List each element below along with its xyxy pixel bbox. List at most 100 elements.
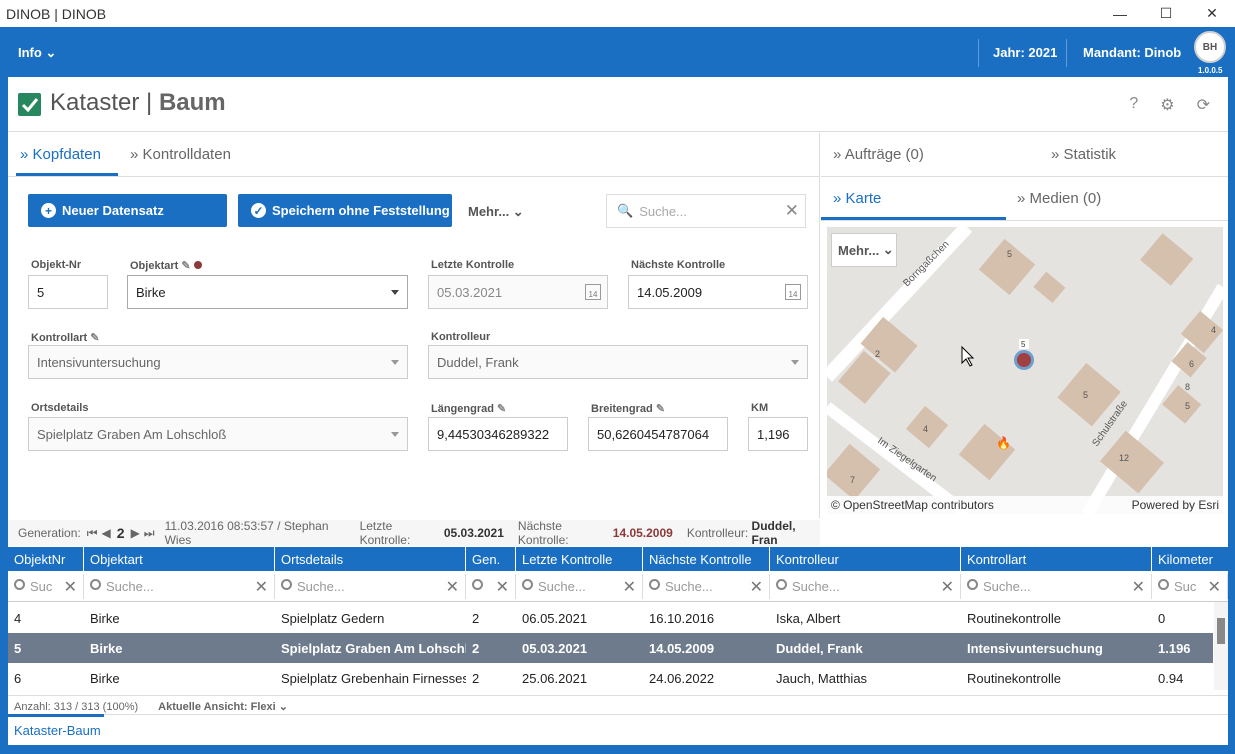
column-header[interactable]: Ortsdetails [275, 547, 466, 571]
objekt-nr-field[interactable]: 5 [28, 275, 108, 309]
column-header[interactable]: ObjektNr [8, 547, 84, 571]
search-icon [522, 579, 533, 590]
cell: Jauch, Matthias [776, 670, 868, 686]
clear-icon[interactable]: ✕ [941, 577, 954, 597]
generation-bar: Generation: ⏮ ◀ 2 ▶ ⏭ 11.03.2016 08:53:5… [8, 519, 820, 547]
save-without-finding-button[interactable]: ✓ Speichern ohne Feststellung [238, 194, 452, 227]
ortsdetails-select[interactable]: Spielplatz Graben Am Lohschloß [28, 417, 408, 451]
cell: Spielplatz Gedern [281, 610, 385, 626]
filter-input[interactable]: Suche... ✕ [84, 574, 275, 599]
pencil-icon: ✎ [497, 403, 507, 415]
page-title: Kataster | Baum [50, 89, 226, 116]
tab-kontrolldaten[interactable]: » Kontrolldaten [130, 146, 231, 163]
clear-icon[interactable]: ✕ [1132, 577, 1145, 597]
clear-icon[interactable]: ✕ [446, 577, 459, 597]
kontrolleur-select[interactable]: Duddel, Frank [428, 345, 808, 379]
cell: 2 [472, 610, 480, 626]
side-pane: » Aufträge (0) » Statistik » Karte » Med… [821, 133, 1228, 518]
naechste-kontrolle-label: Nächste Kontrolle [631, 259, 726, 271]
calendar-icon[interactable]: 14 [785, 284, 801, 300]
clear-icon[interactable]: ✕ [750, 577, 763, 597]
objektart-select[interactable]: Birke [127, 275, 408, 309]
cell: Birke [90, 640, 123, 656]
column-header[interactable]: Nächste Kontrolle [643, 547, 770, 571]
tab-auftraege[interactable]: » Aufträge (0) [833, 146, 924, 163]
cell: 6 [14, 670, 22, 686]
letzte-kontrolle-label: Letzte Kontrolle [431, 259, 515, 271]
filter-input[interactable]: Suche... ✕ [770, 574, 961, 599]
filter-row: Suc ✕ Suche... ✕ Suche... ✕ ✕ Suche... ✕ Suc… [8, 571, 1228, 602]
cell: 4 [14, 610, 22, 626]
first-page-icon[interactable]: ⏮ [87, 526, 98, 541]
filter-input[interactable]: Suc ✕ [8, 574, 84, 599]
cell: Duddel, Frank [776, 640, 863, 656]
view-selector[interactable]: Aktuelle Ansicht: Flexi ⌄ [158, 700, 288, 713]
ortsdetails-label: Ortsdetails [31, 402, 89, 414]
column-header[interactable]: Kontrolleur [770, 547, 961, 571]
column-header[interactable]: Objektart [84, 547, 275, 571]
plus-icon: + [41, 203, 56, 218]
filter-input[interactable]: Suche... ✕ [275, 574, 466, 599]
map-label-12: 12 [1119, 453, 1129, 463]
divider [978, 39, 979, 67]
search-input[interactable]: 🔍 Suche... ✕ [606, 194, 806, 228]
prev-page-icon[interactable]: ◀ [102, 526, 111, 540]
title-bar: DINOB | DINOB — ☐ ✕ [0, 0, 1235, 27]
clear-icon[interactable]: ✕ [1208, 577, 1221, 597]
tab-medien[interactable]: » Medien (0) [1017, 190, 1101, 207]
naechste-kontrolle-field[interactable]: 14.05.2009 14 [628, 275, 808, 309]
cell: 2 [472, 670, 480, 686]
help-icon[interactable]: ? [1129, 95, 1138, 115]
table-row[interactable]: 4 Birke Spielplatz Gedern 2 06.05.2021 1… [8, 603, 1213, 633]
pencil-icon: ✎ [181, 260, 191, 272]
last-page-icon[interactable]: ⏭ [144, 526, 155, 541]
filter-input[interactable]: Suche... ✕ [516, 574, 643, 599]
clear-icon[interactable]: ✕ [496, 577, 509, 597]
laengengrad-field[interactable]: 9,44530346289322 [428, 417, 568, 451]
clear-icon[interactable]: ✕ [255, 577, 268, 597]
map-view[interactable]: 5 2 4 5 4 6 8 5 12 7 Borngaßchen Schulst… [827, 227, 1223, 514]
clear-icon[interactable]: ✕ [623, 577, 636, 597]
tab-kopfdaten[interactable]: » Kopfdaten [20, 146, 101, 163]
info-menu[interactable]: Info ⌄ [18, 45, 56, 61]
filter-input[interactable]: Suc ✕ [1152, 574, 1228, 599]
tab-kataster-baum[interactable]: Kataster-Baum [14, 723, 101, 738]
column-header[interactable]: Kilometer [1152, 547, 1228, 571]
kontrollart-select[interactable]: Intensivuntersuchung [28, 345, 408, 379]
filter-input[interactable]: Suche... ✕ [961, 574, 1152, 599]
refresh-icon[interactable]: ⟳ [1197, 95, 1210, 115]
breitengrad-field[interactable]: 50,6260454787064 [588, 417, 728, 451]
table-row-selected[interactable]: 5 Birke Spielplatz Graben Am Lohschloß 2… [8, 633, 1213, 663]
column-header[interactable]: Letzte Kontrolle [516, 547, 643, 571]
scrollbar-thumb[interactable] [1217, 618, 1225, 644]
clear-icon[interactable]: ✕ [785, 201, 799, 221]
avatar[interactable]: BH [1194, 31, 1226, 63]
gear-icon[interactable]: ⚙ [1160, 95, 1174, 115]
cell: 2 [472, 640, 480, 656]
tree-marker[interactable] [1017, 353, 1031, 367]
tab-karte[interactable]: » Karte [833, 190, 881, 207]
close-icon[interactable]: ✕ [1189, 0, 1235, 27]
search-icon [967, 579, 978, 590]
minimize-icon[interactable]: — [1097, 0, 1143, 27]
new-record-button[interactable]: + Neuer Datensatz [28, 194, 227, 227]
tab-statistik[interactable]: » Statistik [1051, 146, 1116, 163]
data-grid: ObjektNr Objektart Ortsdetails Gen. Letz… [8, 547, 1228, 717]
maximize-icon[interactable]: ☐ [1143, 0, 1189, 27]
letzte-kontrolle-field: 05.03.2021 14 [428, 275, 608, 309]
cell: 0.94 [1158, 670, 1184, 686]
cell: 24.06.2022 [649, 670, 715, 686]
year-selector[interactable]: Jahr: 2021 [993, 45, 1057, 60]
grid-scrollbar[interactable] [1214, 602, 1228, 690]
next-page-icon[interactable]: ▶ [131, 526, 140, 540]
map-more-menu[interactable]: Mehr... ⌄ [831, 233, 897, 267]
mandant-selector[interactable]: Mandant: Dinob [1083, 45, 1181, 60]
table-row[interactable]: 6 Birke Spielplatz Grebenhain Firnesses … [8, 663, 1213, 693]
filter-input[interactable]: ✕ [466, 574, 516, 599]
column-header[interactable]: Kontrollart [961, 547, 1152, 571]
column-header[interactable]: Gen. [466, 547, 516, 571]
filter-input[interactable]: Suche... ✕ [643, 574, 770, 599]
clear-icon[interactable]: ✕ [64, 577, 77, 597]
km-field[interactable]: 1,196 [748, 417, 808, 451]
more-menu[interactable]: Mehr... ⌄ [468, 204, 524, 220]
